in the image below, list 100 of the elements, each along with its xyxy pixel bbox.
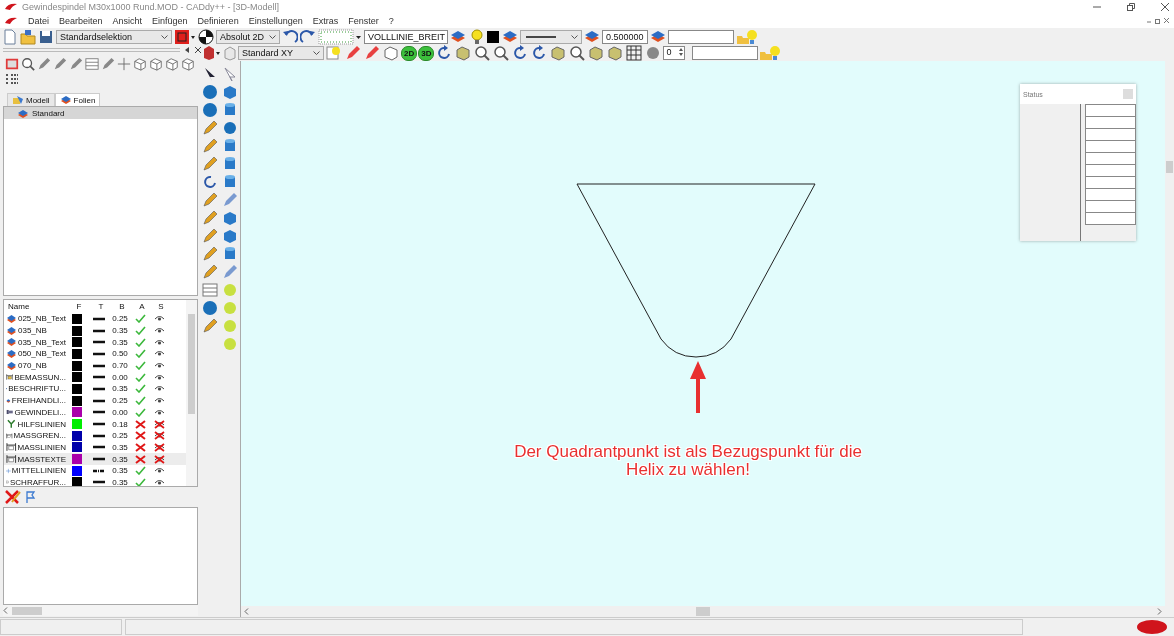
scrollbar-thumb[interactable] — [12, 606, 42, 615]
pencil-icon[interactable] — [202, 264, 218, 280]
folder-lightbulb-icon[interactable] — [736, 28, 758, 45]
vertical-scrollbar[interactable] — [186, 300, 197, 486]
cube-icon[interactable] — [222, 210, 238, 226]
horizontal-scrollbar[interactable] — [241, 606, 1165, 617]
layer-row[interactable]: SCHRAFFUR... 0.35 — [4, 476, 186, 486]
column-header[interactable]: A — [132, 302, 152, 311]
dotted-grid-icon[interactable] — [318, 28, 362, 45]
cube-icon[interactable] — [222, 84, 238, 100]
pencil-icon[interactable] — [222, 264, 238, 280]
save-icon[interactable] — [38, 28, 54, 45]
checkmark-icon[interactable] — [134, 326, 146, 336]
solid-line-icon[interactable] — [92, 363, 106, 368]
checkmark-icon[interactable] — [134, 396, 146, 406]
pencil-icon[interactable] — [101, 57, 115, 71]
app-logo-icon[interactable] — [4, 16, 18, 26]
layer-color-swatch[interactable] — [72, 395, 82, 406]
menu-item[interactable]: ? — [388, 16, 394, 26]
solid-line-icon[interactable] — [92, 386, 106, 391]
cube-icon[interactable] — [181, 57, 195, 71]
layer-row[interactable]: 070_NB 0.70 — [4, 359, 186, 372]
color-swatch-icon[interactable] — [486, 28, 500, 45]
solid-line-icon[interactable] — [92, 457, 106, 462]
checkmark-icon[interactable] — [134, 337, 146, 347]
undo-icon[interactable] — [282, 28, 298, 45]
eye-icon[interactable] — [153, 407, 165, 417]
cross-icon[interactable] — [134, 431, 146, 441]
menu-item[interactable]: Einfügen — [152, 16, 188, 26]
pencil-icon[interactable] — [202, 210, 218, 226]
eye-icon[interactable] — [153, 314, 165, 324]
menu-item[interactable]: Datei — [28, 16, 49, 26]
layer-color-swatch[interactable] — [72, 454, 82, 465]
cylinder-icon[interactable] — [222, 246, 238, 262]
cube-icon[interactable] — [149, 57, 163, 71]
layer-row[interactable]: BEMASSUN... 0.00 — [4, 371, 186, 384]
layer-color-swatch[interactable] — [72, 477, 82, 486]
checkmark-icon[interactable] — [134, 407, 146, 417]
layer-row[interactable]: 035_NB_Text 0.35 — [4, 336, 186, 349]
layer-row[interactable]: BESCHRIFTU... 0.35 — [4, 383, 186, 395]
line-style-dropdown[interactable] — [520, 29, 582, 44]
folder-icon[interactable] — [20, 28, 36, 45]
layer-row[interactable]: GEWINDELI... 0.00 — [4, 406, 186, 419]
tree-item[interactable]: Standard — [4, 107, 197, 119]
spinner-arrows-icon[interactable] — [678, 47, 685, 57]
eye-icon[interactable] — [153, 384, 165, 394]
layer-color-swatch[interactable] — [72, 442, 82, 453]
pencil-icon[interactable] — [53, 57, 67, 71]
cylinder-icon[interactable] — [222, 174, 238, 190]
cube-icon[interactable] — [222, 228, 238, 244]
magnifier-icon[interactable] — [492, 45, 511, 61]
checkmark-icon[interactable] — [134, 372, 146, 382]
layer-color-swatch[interactable] — [72, 407, 82, 418]
grid-icon[interactable] — [625, 45, 644, 61]
sphere-icon[interactable] — [222, 120, 238, 136]
solid-line-icon[interactable] — [92, 328, 106, 333]
eye-icon[interactable] — [153, 466, 165, 476]
pencil-icon[interactable] — [202, 318, 218, 334]
pencil-icon[interactable] — [69, 57, 83, 71]
solid-line-icon[interactable] — [92, 410, 106, 415]
list-icon[interactable] — [5, 73, 19, 87]
cross-icon[interactable] — [134, 442, 146, 452]
layer-row[interactable]: MASSTEXTE 0.35 — [4, 453, 186, 465]
line-type-field[interactable]: VOLLLINIE_BREIT — [364, 29, 448, 44]
layers-icon[interactable] — [584, 28, 600, 45]
cylinder-icon[interactable] — [222, 102, 238, 118]
panel-tab[interactable]: Folien — [54, 93, 101, 106]
child-window-controls-icon[interactable] — [1146, 17, 1170, 25]
layer-color-swatch[interactable] — [72, 383, 82, 394]
layer-color-swatch[interactable] — [72, 360, 82, 371]
layer-row[interactable]: 050_NB_Text 0.50 — [4, 348, 186, 360]
grid-icon[interactable] — [202, 282, 218, 298]
menu-item[interactable]: Einstellungen — [248, 16, 303, 26]
layers-icon[interactable] — [650, 28, 666, 45]
menu-item[interactable]: Fenster — [348, 16, 379, 26]
cross-icon[interactable] — [134, 419, 146, 429]
solid-line-icon[interactable] — [92, 316, 106, 321]
eye-icon[interactable] — [153, 372, 165, 382]
solid-line-icon[interactable] — [92, 445, 106, 450]
sphere-icon[interactable] — [202, 84, 218, 100]
view-mode-button[interactable]: 3D — [418, 45, 435, 61]
scrollbar-thumb[interactable] — [696, 607, 710, 616]
cube-icon[interactable] — [165, 57, 179, 71]
rotate-icon[interactable] — [202, 174, 218, 190]
magnifier-icon[interactable] — [568, 45, 587, 61]
cube-icon[interactable] — [133, 57, 147, 71]
eye-icon[interactable] — [153, 326, 165, 336]
pencil-icon[interactable] — [202, 138, 218, 154]
grid-icon[interactable] — [85, 57, 99, 71]
checkmark-icon[interactable] — [134, 384, 146, 394]
eye-icon[interactable] — [153, 337, 165, 347]
checkmark-icon[interactable] — [134, 361, 146, 371]
layer-color-swatch[interactable] — [72, 465, 82, 476]
column-header[interactable]: B — [112, 302, 132, 311]
eye-icon[interactable] — [153, 477, 165, 486]
solid-line-icon[interactable] — [92, 375, 106, 380]
layer-row[interactable]: HILFSLINIEN 0.18 — [4, 418, 186, 430]
pencil-icon[interactable] — [222, 192, 238, 208]
eye-icon[interactable] — [153, 349, 165, 359]
layer-row[interactable]: FREIHANDLI... 0.25 — [4, 394, 186, 407]
